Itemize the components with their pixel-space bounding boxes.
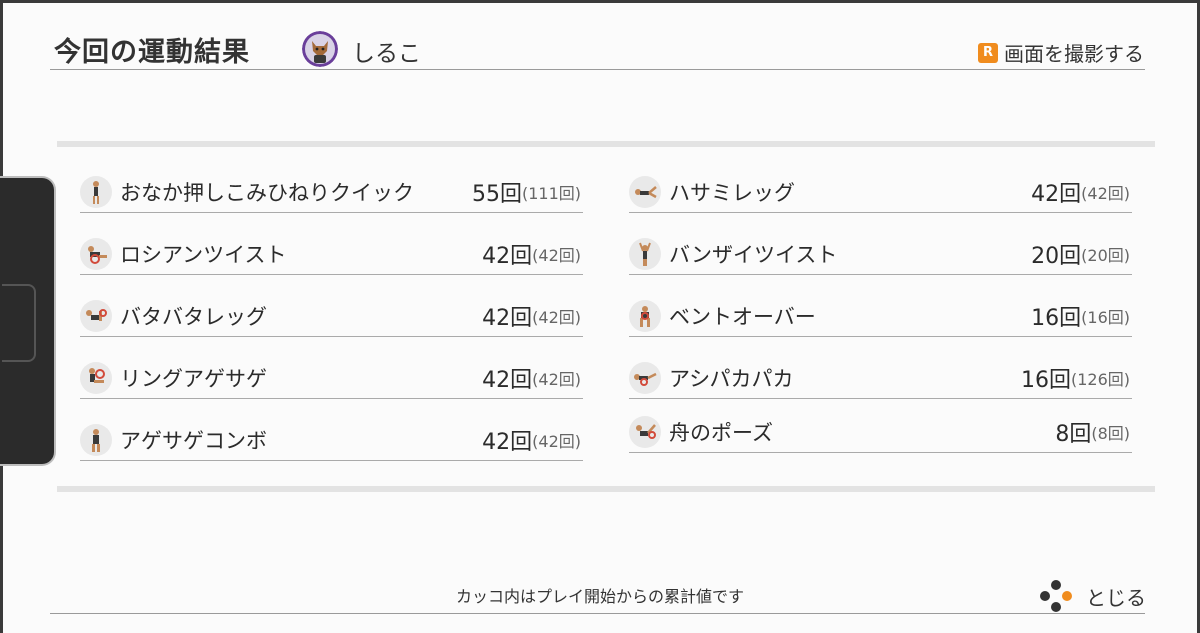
exercise-name: おなか押しこみひねりクイック (120, 181, 414, 205)
user-avatar (302, 31, 338, 67)
exercise-count: 16回 (1020, 368, 1071, 393)
exercise-count: 42回 (1031, 182, 1082, 207)
list-top-band (57, 141, 1155, 147)
exercise-row: リングアゲサゲ 42回 (42回) (80, 358, 583, 399)
exercise-count: 8回 (1055, 422, 1092, 447)
exercise-row: バンザイツイスト 20回 (20回) (629, 234, 1132, 275)
exercise-icon (80, 238, 112, 270)
button-cluster-icon (1040, 580, 1072, 612)
exercise-icon (629, 238, 661, 270)
exercise-name: 舟のポーズ (669, 421, 773, 445)
footer-divider (50, 613, 1145, 614)
exercise-icon (629, 300, 661, 332)
close-label: とじる (1086, 585, 1146, 610)
exercise-row: ハサミレッグ 42回 (42回) (629, 172, 1132, 213)
ring-con-device (0, 178, 54, 464)
exercise-icon (80, 300, 112, 332)
exercise-name: バンザイツイスト (669, 243, 838, 267)
screenshot-label: 画面を撮影する (1004, 42, 1144, 66)
r-button-icon: R (978, 42, 998, 63)
exercise-icon (629, 362, 661, 394)
exercise-icon (80, 362, 112, 394)
exercise-row: 舟のポーズ 8回 (8回) (629, 412, 1132, 453)
exercise-total: (8回) (1091, 424, 1130, 443)
exercise-total: (111回) (521, 184, 581, 203)
exercise-count: 42回 (482, 368, 533, 393)
cumulative-note: カッコ内はプレイ開始からの累計値です (455, 587, 744, 606)
page-title: 今回の運動結果 (54, 37, 250, 68)
exercise-count: 42回 (482, 430, 533, 455)
exercise-name: リングアゲサゲ (120, 367, 267, 391)
exercise-name: アゲサゲコンボ (120, 429, 267, 453)
exercise-icon (629, 416, 661, 448)
exercise-count: 16回 (1031, 306, 1082, 331)
exercise-row: ロシアンツイスト 42回 (42回) (80, 234, 583, 275)
exercise-row: ベントオーバー 16回 (16回) (629, 296, 1132, 337)
exercise-name: アシパカパカ (669, 367, 794, 391)
device-slot (2, 284, 36, 362)
exercise-total: (16回) (1081, 308, 1130, 327)
exercise-count: 55回 (471, 182, 522, 207)
exercise-row: アシパカパカ 16回 (126回) (629, 358, 1132, 399)
exercise-total: (42回) (1081, 184, 1130, 203)
exercise-row: おなか押しこみひねりクイック 55回 (111回) (80, 172, 583, 213)
username: しるこ (352, 41, 421, 67)
exercise-row: アゲサゲコンボ 42回 (42回) (80, 420, 583, 461)
exercise-total: (20回) (1081, 246, 1130, 265)
header-divider (50, 69, 1145, 70)
screenshot-button[interactable]: R 画面を撮影する (978, 38, 1144, 67)
exercise-icon (629, 176, 661, 208)
exercise-name: バタバタレッグ (120, 305, 267, 329)
exercise-icon (80, 424, 112, 456)
exercise-total: (42回) (532, 246, 581, 265)
exercise-icon (80, 176, 112, 208)
exercise-row: バタバタレッグ 42回 (42回) (80, 296, 583, 337)
exercise-count: 20回 (1031, 244, 1082, 269)
exercise-name: ベントオーバー (669, 305, 816, 329)
exercise-total: (42回) (532, 370, 581, 389)
exercise-count: 42回 (482, 244, 533, 269)
exercise-total: (126回) (1070, 370, 1130, 389)
exercise-total: (42回) (532, 308, 581, 327)
list-bottom-band (57, 486, 1155, 492)
exercise-name: ハサミレッグ (669, 181, 795, 205)
exercise-total: (42回) (532, 432, 581, 451)
exercise-name: ロシアンツイスト (120, 243, 287, 267)
exercise-count: 42回 (482, 306, 533, 331)
close-button[interactable]: とじる (1038, 578, 1146, 614)
window-frame-top (0, 0, 1200, 3)
